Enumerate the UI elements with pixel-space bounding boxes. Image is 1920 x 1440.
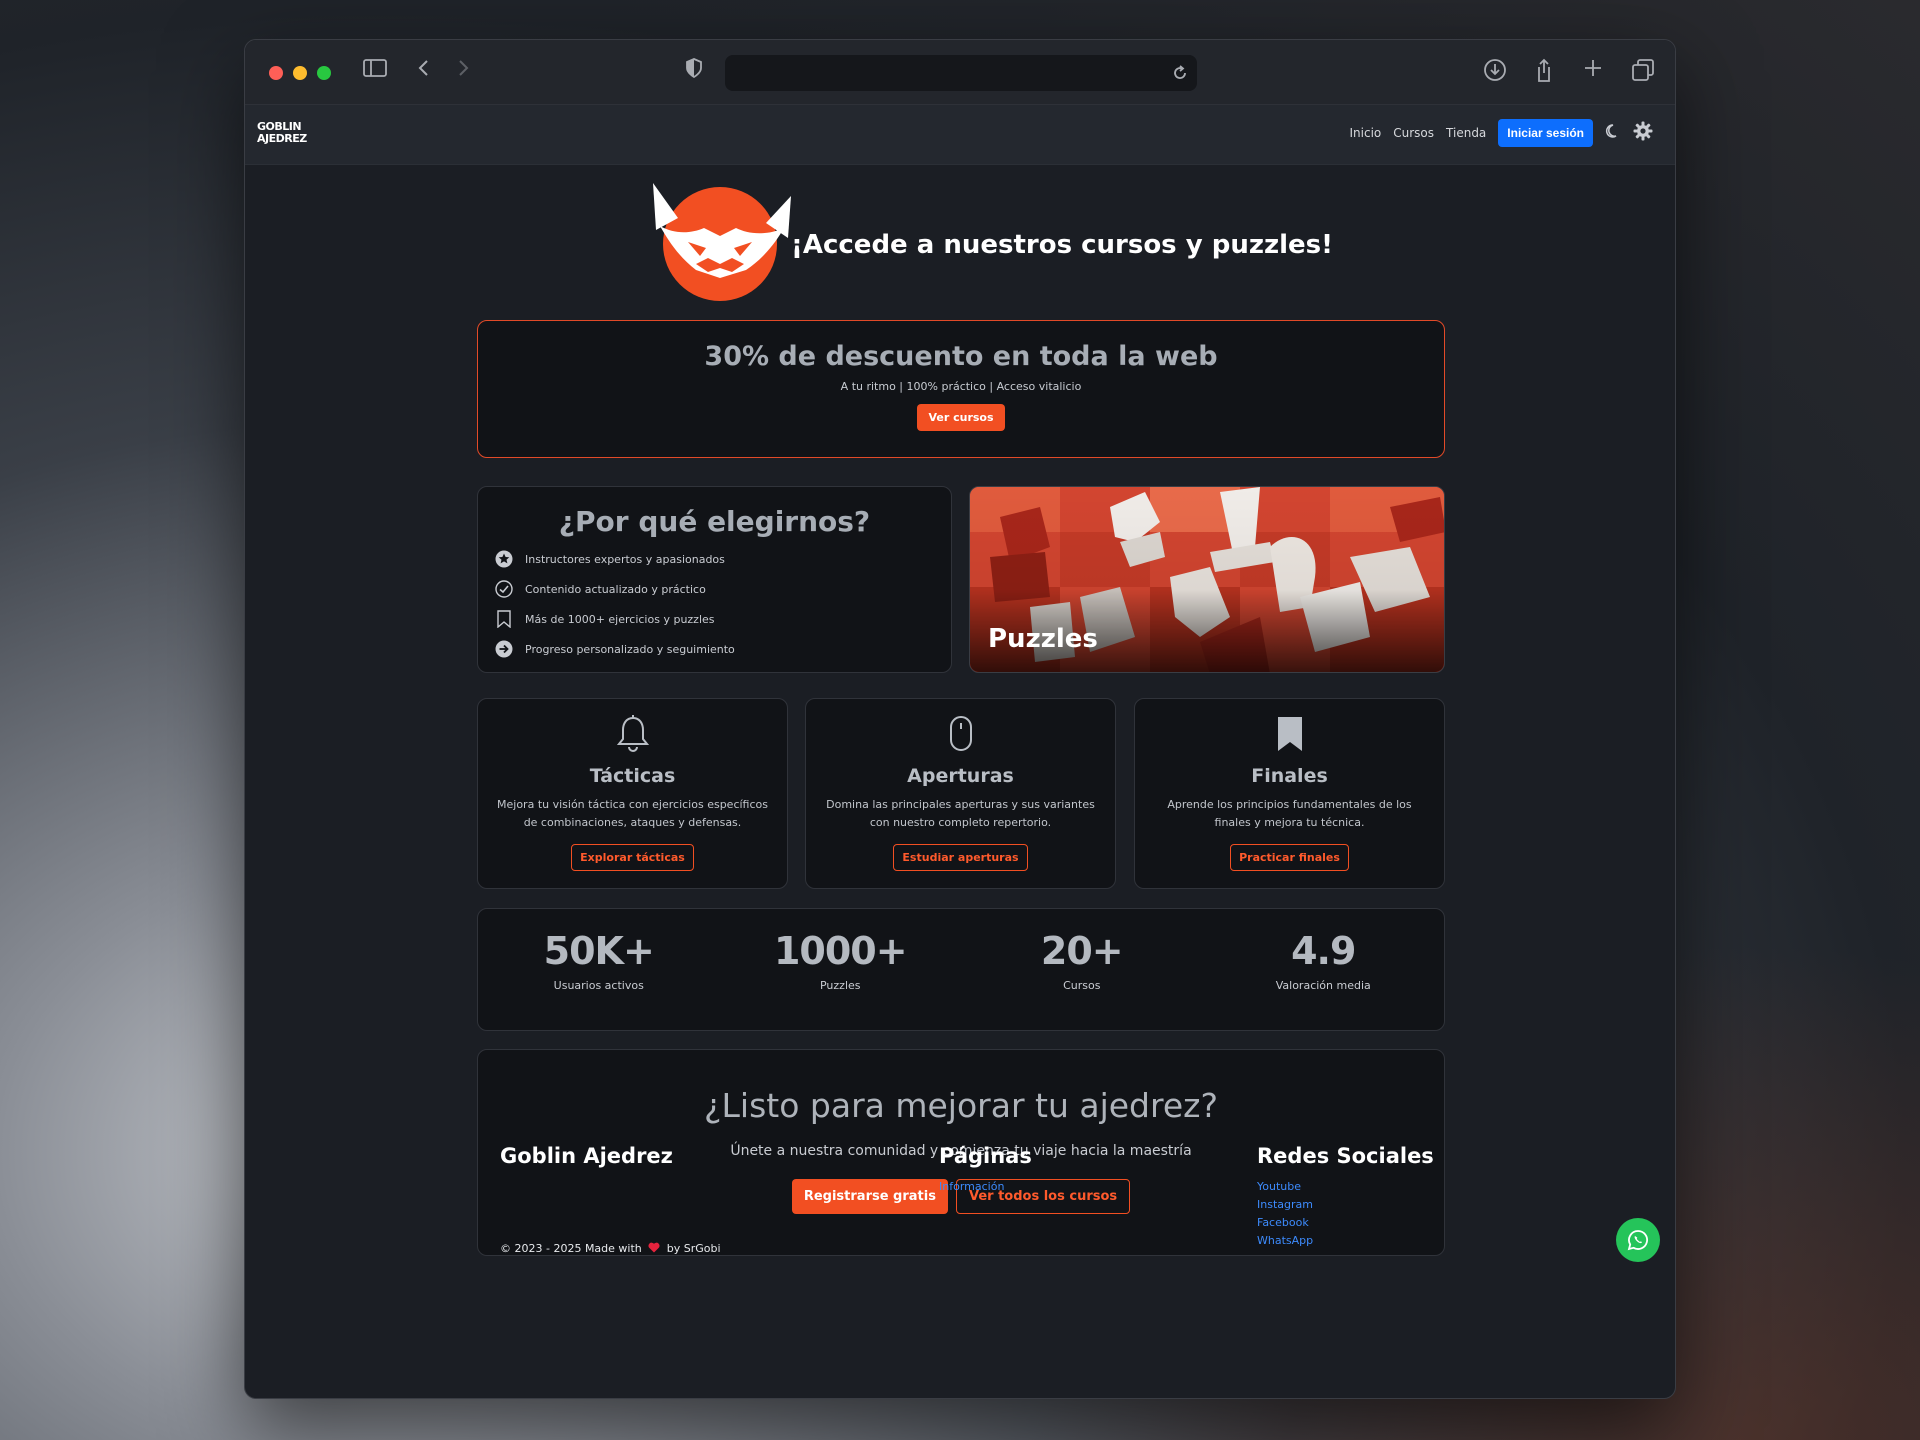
study-openings-button[interactable]: Estudiar aperturas <box>893 844 1028 871</box>
settings-gear-icon[interactable] <box>1633 121 1653 146</box>
footer-pages-links: Información <box>939 1178 1004 1196</box>
new-tab-icon[interactable] <box>1583 58 1603 86</box>
close-window-button[interactable] <box>269 66 283 80</box>
tactics-title: Tácticas <box>589 765 676 787</box>
stat-label: Cursos <box>1063 979 1101 992</box>
stat-label: Valoración media <box>1275 979 1371 992</box>
star-badge-icon <box>495 550 513 568</box>
goblin-mascot-icon <box>653 183 791 301</box>
back-icon[interactable] <box>417 58 431 86</box>
reload-icon[interactable] <box>1171 63 1189 87</box>
explore-tactics-button[interactable]: Explorar tácticas <box>571 844 694 871</box>
bookmark-icon <box>495 610 513 628</box>
footer-social-title: Redes Sociales <box>1257 1144 1434 1168</box>
nav-link-cursos[interactable]: Cursos <box>1393 126 1434 140</box>
share-icon[interactable] <box>1533 58 1555 92</box>
stat-value: 50K+ <box>543 929 655 973</box>
endgames-card: Finales Aprende los principios fundament… <box>1134 698 1445 889</box>
bell-icon <box>478 715 787 755</box>
why-choose-us-card: ¿Por qué elegirnos? Instructores experto… <box>477 486 952 673</box>
list-item: Progreso personalizado y seguimiento <box>495 634 951 664</box>
browser-titlebar <box>245 40 1675 105</box>
why-item-text: Más de 1000+ ejercicios y puzzles <box>525 612 715 626</box>
logo-line-2: AJEDREZ <box>257 132 307 145</box>
nav-link-tienda[interactable]: Tienda <box>1446 126 1486 140</box>
tactics-card: Tácticas Mejora tu visión táctica con ej… <box>477 698 788 889</box>
whatsapp-chat-button[interactable] <box>1616 1218 1660 1262</box>
stat-value: 20+ <box>1040 929 1124 973</box>
bookmark-fill-icon <box>1135 715 1444 755</box>
heart-icon <box>648 1242 660 1256</box>
tabs-overview-icon[interactable] <box>1631 58 1655 90</box>
whatsapp-icon <box>1627 1230 1648 1251</box>
copyright-suffix: by SrGobi <box>666 1242 721 1255</box>
forward-icon[interactable] <box>456 58 470 86</box>
stats-card: 50K+ Usuarios activos 1000+ Puzzles 20+ … <box>477 908 1445 1031</box>
promo-subtitle: A tu ritmo | 100% práctico | Acceso vita… <box>840 380 1082 393</box>
arrow-right-circle-icon <box>495 640 513 658</box>
why-list: Instructores expertos y apasionados Cont… <box>478 544 951 664</box>
zoom-window-button[interactable] <box>317 66 331 80</box>
stat-users: 50K+ Usuarios activos <box>478 909 720 1030</box>
footer-link-informacion[interactable]: Información <box>939 1178 1004 1196</box>
footer-link-facebook[interactable]: Facebook <box>1257 1214 1313 1232</box>
mouse-icon <box>806 715 1115 755</box>
hero-section: ¡Accede a nuestros cursos y puzzles! <box>648 178 1333 308</box>
hero-title: ¡Accede a nuestros cursos y puzzles! <box>791 230 1333 260</box>
stat-label: Puzzles <box>819 979 861 992</box>
view-courses-button[interactable]: Ver cursos <box>917 404 1005 431</box>
footer-link-instagram[interactable]: Instagram <box>1257 1196 1313 1214</box>
stat-value: 1000+ <box>773 929 908 973</box>
stat-puzzles: 1000+ Puzzles <box>720 909 962 1030</box>
stat-courses: 20+ Cursos <box>961 909 1203 1030</box>
list-item: Contenido actualizado y práctico <box>495 574 951 604</box>
openings-card: Aperturas Domina las principales apertur… <box>805 698 1116 889</box>
stat-rating: 4.9 Valoración media <box>1203 909 1445 1030</box>
copyright-prefix: © 2023 - 2025 Made with <box>500 1242 642 1255</box>
nav-links: Inicio Cursos Tienda Iniciar sesión <box>1350 119 1654 147</box>
footer-link-youtube[interactable]: Youtube <box>1257 1178 1313 1196</box>
address-bar[interactable] <box>725 55 1197 91</box>
login-button[interactable]: Iniciar sesión <box>1498 119 1593 147</box>
cta-title: ¿Listo para mejorar tu ajedrez? <box>704 1086 1218 1125</box>
footer-link-whatsapp[interactable]: WhatsApp <box>1257 1232 1313 1250</box>
footer-brand: Goblin Ajedrez <box>500 1144 673 1168</box>
promo-title: 30% de descuento en toda la web <box>704 341 1218 372</box>
openings-description: Domina las principales aperturas y sus v… <box>826 798 1095 829</box>
list-item: Instructores expertos y apasionados <box>495 544 951 574</box>
practice-endgames-button[interactable]: Practicar finales <box>1230 844 1349 871</box>
site-navbar: GOBLIN AJEDREZ Inicio Cursos Tienda Inic… <box>245 105 1675 165</box>
endgames-description: Aprende los principios fundamentales de … <box>1167 798 1412 829</box>
stat-label: Usuarios activos <box>553 979 644 992</box>
list-item: Más de 1000+ ejercicios y puzzles <box>495 604 951 634</box>
dark-mode-moon-icon[interactable] <box>1605 123 1621 144</box>
nav-link-inicio[interactable]: Inicio <box>1350 126 1382 140</box>
site-footer: Goblin Ajedrez Páginas Información Redes… <box>245 1144 1675 1264</box>
shield-icon[interactable] <box>685 58 703 86</box>
site-logo[interactable]: GOBLIN AJEDREZ <box>257 121 307 145</box>
window-controls <box>269 66 331 80</box>
footer-social-links: Youtube Instagram Facebook WhatsApp <box>1257 1178 1313 1250</box>
why-title: ¿Por qué elegirnos? <box>558 505 871 538</box>
puzzles-title: Puzzles <box>988 624 1098 654</box>
promo-banner: 30% de descuento en toda la web A tu rit… <box>477 320 1445 458</box>
endgames-title: Finales <box>1251 765 1328 787</box>
check-circle-icon <box>495 580 513 598</box>
minimize-window-button[interactable] <box>293 66 307 80</box>
stat-value: 4.9 <box>1291 929 1356 973</box>
browser-window: GOBLIN AJEDREZ Inicio Cursos Tienda Inic… <box>244 39 1676 1399</box>
sidebar-icon[interactable] <box>363 58 387 86</box>
copyright: © 2023 - 2025 Made with by SrGobi <box>500 1242 721 1256</box>
download-icon[interactable] <box>1483 58 1507 90</box>
puzzles-card[interactable]: Puzzles <box>969 486 1445 673</box>
why-item-text: Instructores expertos y apasionados <box>525 552 725 566</box>
openings-title: Aperturas <box>907 765 1014 787</box>
why-item-text: Contenido actualizado y práctico <box>525 582 706 596</box>
tactics-description: Mejora tu visión táctica con ejercicios … <box>497 798 768 829</box>
footer-pages-title: Páginas <box>939 1144 1032 1168</box>
why-item-text: Progreso personalizado y seguimiento <box>525 642 735 656</box>
